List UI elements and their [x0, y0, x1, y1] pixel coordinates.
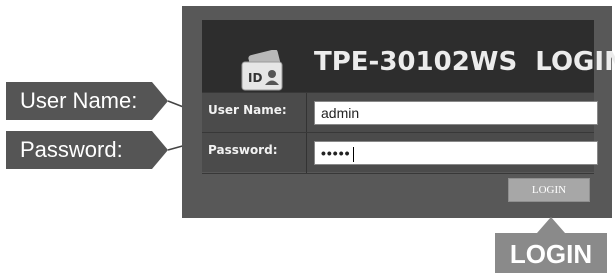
text-caret — [352, 146, 354, 162]
password-row: Password: ••••• — [202, 132, 598, 174]
page-title: TPE-30102WS LOGIN — [314, 47, 615, 77]
username-input[interactable]: admin — [314, 101, 598, 125]
row-divider — [306, 93, 307, 133]
id-card-icon: ID — [241, 50, 283, 91]
login-form: User Name: admin Password: ••••• — [202, 92, 598, 174]
password-input[interactable]: ••••• — [314, 141, 598, 165]
password-input-value: ••••• — [321, 145, 351, 161]
row-divider — [306, 133, 307, 173]
username-row: User Name: admin — [202, 92, 598, 133]
login-button-label: LOGIN — [531, 184, 567, 196]
login-callout: LOGIN — [495, 217, 607, 273]
login-header: ID TPE-30102WS LOGIN — [202, 20, 615, 100]
id-card-icon-text: ID — [248, 71, 262, 85]
login-button[interactable]: LOGIN — [508, 178, 590, 202]
login-callout-text: LOGIN — [509, 239, 593, 269]
username-label: User Name: — [208, 103, 287, 117]
username-input-value: admin — [321, 105, 360, 121]
password-label: Password: — [208, 143, 278, 157]
